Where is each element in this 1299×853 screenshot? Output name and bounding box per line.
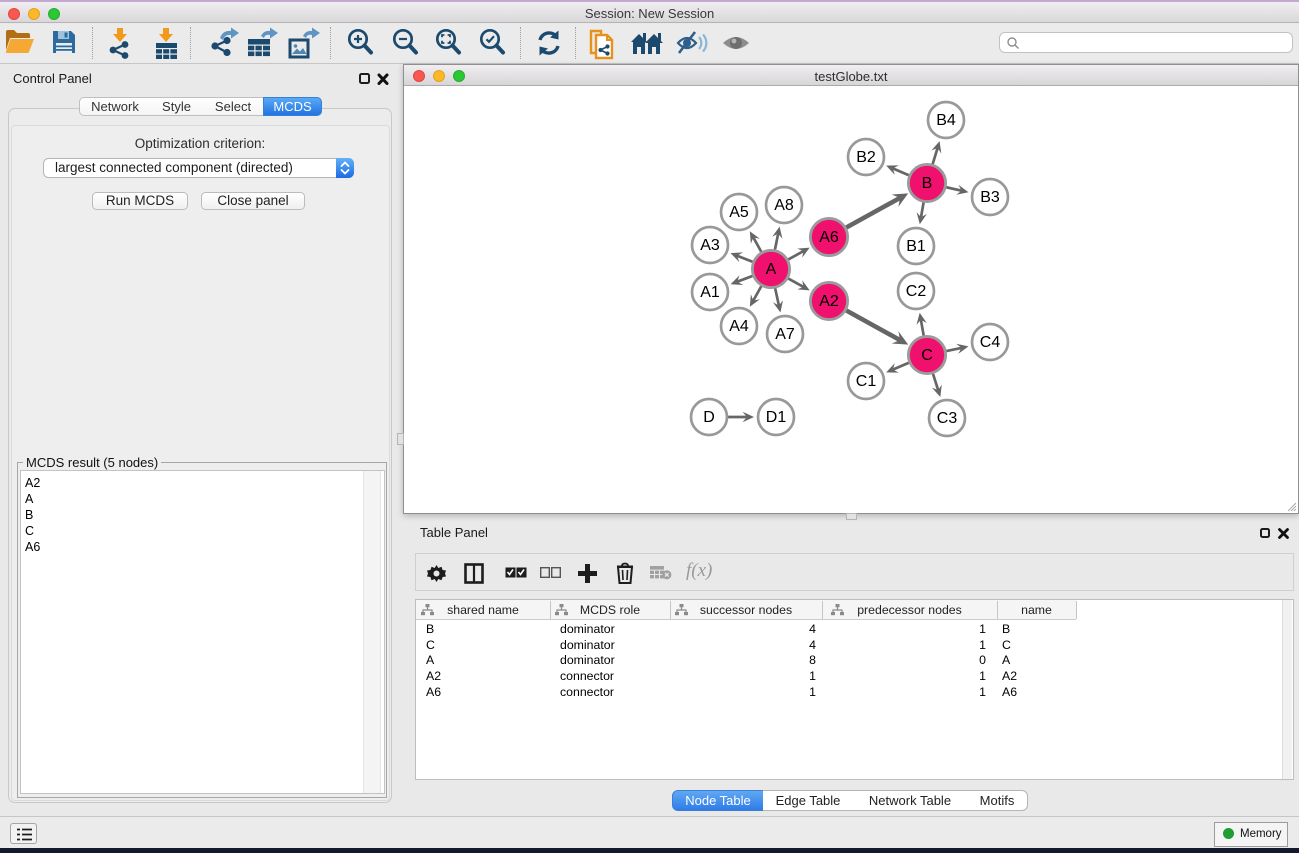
svg-text:A5: A5 — [729, 204, 749, 221]
svg-text:A: A — [766, 261, 777, 278]
svg-text:C2: C2 — [906, 283, 927, 300]
svg-text:A7: A7 — [775, 326, 795, 343]
svg-text:B: B — [922, 175, 933, 192]
svg-text:B1: B1 — [906, 238, 926, 255]
svg-text:C1: C1 — [856, 373, 877, 390]
svg-text:B4: B4 — [936, 112, 956, 129]
svg-text:B2: B2 — [856, 149, 876, 166]
svg-text:C: C — [921, 347, 933, 364]
svg-text:A2: A2 — [819, 293, 839, 310]
svg-text:D1: D1 — [766, 409, 787, 426]
svg-text:C4: C4 — [980, 334, 1001, 351]
svg-text:A1: A1 — [700, 284, 720, 301]
svg-text:A4: A4 — [729, 318, 749, 335]
svg-text:C3: C3 — [937, 410, 958, 427]
svg-text:A8: A8 — [774, 197, 794, 214]
svg-text:A3: A3 — [700, 237, 720, 254]
svg-text:B3: B3 — [980, 189, 1000, 206]
svg-text:D: D — [703, 409, 715, 426]
svg-text:A6: A6 — [819, 229, 839, 246]
